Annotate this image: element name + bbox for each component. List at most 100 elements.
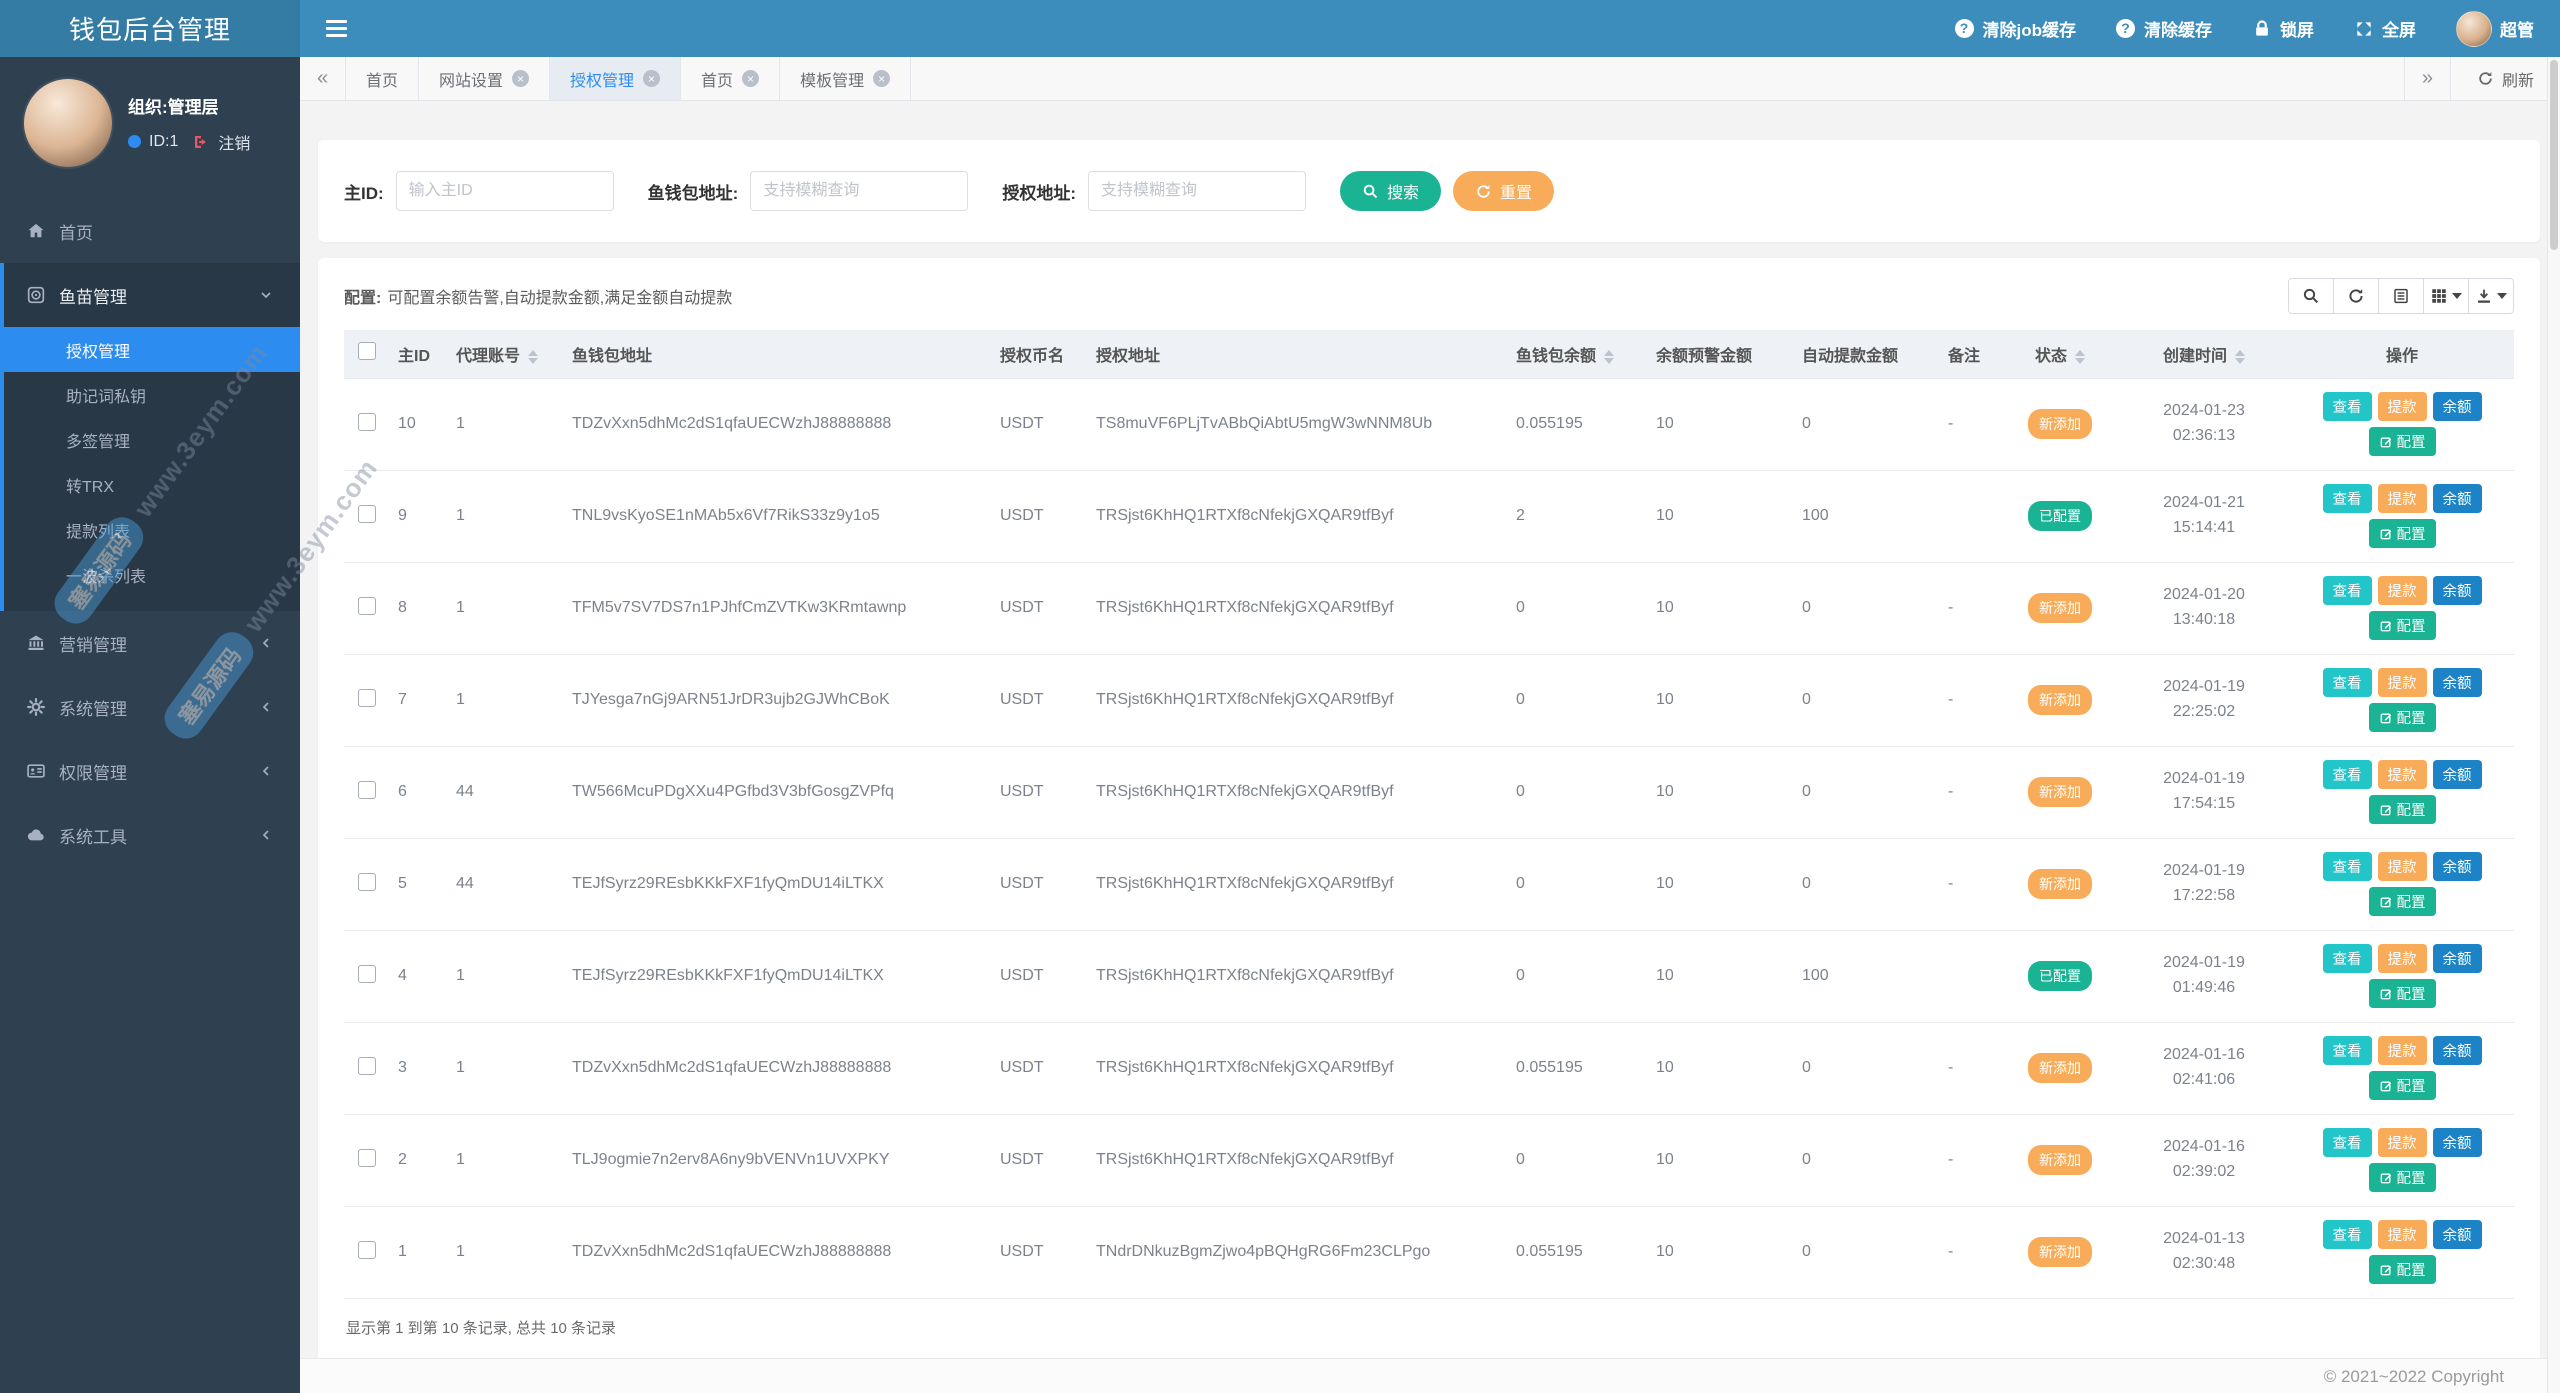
withdraw-button[interactable]: 提款 — [2377, 576, 2427, 605]
tab-site-settings[interactable]: 网站设置 × — [419, 57, 551, 100]
column-header-agent[interactable]: 代理账号 — [448, 330, 564, 378]
configure-button[interactable]: 配置 — [2368, 1071, 2436, 1100]
column-header-balance[interactable]: 鱼钱包余额 — [1508, 330, 1648, 378]
balance-button[interactable]: 余额 — [2432, 576, 2482, 605]
view-button[interactable]: 查看 — [2322, 1036, 2372, 1065]
balance-button[interactable]: 余额 — [2432, 1128, 2482, 1157]
balance-button[interactable]: 余额 — [2432, 1220, 2482, 1249]
configure-button[interactable]: 配置 — [2368, 519, 2436, 548]
withdraw-button[interactable]: 提款 — [2377, 944, 2427, 973]
balance-button[interactable]: 余额 — [2432, 760, 2482, 789]
column-header-status[interactable]: 状态 — [2002, 330, 2118, 378]
tab-template-management[interactable]: 模板管理 × — [780, 57, 912, 100]
balance-button[interactable]: 余额 — [2432, 392, 2482, 421]
configure-button[interactable]: 配置 — [2368, 887, 2436, 916]
nav-fullscreen[interactable]: 全屏 — [2354, 16, 2416, 41]
sidebar-item-auth-management[interactable]: 授权管理 — [4, 327, 300, 372]
withdraw-button[interactable]: 提款 — [2377, 1128, 2427, 1157]
row-checkbox[interactable] — [358, 412, 376, 431]
configure-button[interactable]: 配置 — [2368, 1255, 2436, 1284]
toolbar-toggle-view-button[interactable] — [2378, 278, 2424, 314]
withdraw-button[interactable]: 提款 — [2377, 392, 2427, 421]
nav-lock-screen[interactable]: 锁屏 — [2252, 16, 2314, 41]
balance-button[interactable]: 余额 — [2432, 1036, 2482, 1065]
withdraw-button[interactable]: 提款 — [2377, 668, 2427, 697]
tab-home-2[interactable]: 首页 × — [681, 57, 781, 100]
sidebar-item-onewave-kill-list[interactable]: 一波杀列表 — [4, 552, 300, 597]
view-button[interactable]: 查看 — [2322, 576, 2372, 605]
tabs-scroll-left-icon[interactable]: « — [300, 57, 346, 100]
nav-clear-cache[interactable]: ? 清除缓存 — [2116, 16, 2212, 41]
sidebar-item-multisig-management[interactable]: 多签管理 — [4, 417, 300, 462]
row-checkbox[interactable] — [358, 964, 376, 983]
tab-refresh-button[interactable]: 刷新 — [2449, 57, 2560, 100]
sort-icon[interactable] — [528, 349, 539, 364]
select-all-checkbox[interactable] — [358, 342, 376, 361]
row-checkbox[interactable] — [358, 596, 376, 615]
view-button[interactable]: 查看 — [2322, 392, 2372, 421]
view-button[interactable]: 查看 — [2322, 1128, 2372, 1157]
toolbar-search-button[interactable] — [2288, 278, 2334, 314]
main-id-input[interactable] — [395, 171, 614, 211]
auth-address-input[interactable] — [1088, 171, 1307, 211]
row-checkbox[interactable] — [358, 1240, 376, 1259]
withdraw-button[interactable]: 提款 — [2377, 852, 2427, 881]
sort-icon[interactable] — [2235, 349, 2245, 364]
sidebar-item-marketing-management[interactable]: 营销管理 — [0, 611, 300, 675]
close-icon[interactable]: × — [742, 70, 760, 87]
configure-button[interactable]: 配置 — [2368, 1163, 2436, 1192]
configure-button[interactable]: 配置 — [2368, 427, 2436, 456]
withdraw-button[interactable]: 提款 — [2377, 760, 2427, 789]
view-button[interactable]: 查看 — [2322, 944, 2372, 973]
tabs-scroll-right-icon[interactable]: » — [2403, 57, 2450, 100]
balance-button[interactable]: 余额 — [2432, 944, 2482, 973]
view-button[interactable]: 查看 — [2322, 668, 2372, 697]
row-checkbox[interactable] — [358, 504, 376, 523]
row-checkbox[interactable] — [358, 688, 376, 707]
column-header-created[interactable]: 创建时间 — [2118, 330, 2290, 378]
configure-button[interactable]: 配置 — [2368, 795, 2436, 824]
nav-user[interactable]: 超管 — [2456, 10, 2534, 47]
sidebar-toggle-icon[interactable] — [300, 0, 370, 57]
sort-icon[interactable] — [1604, 349, 1615, 364]
view-button[interactable]: 查看 — [2322, 852, 2372, 881]
sort-icon[interactable] — [2075, 349, 2085, 364]
sidebar-item-permission-management[interactable]: 权限管理 — [0, 739, 300, 803]
balance-button[interactable]: 余额 — [2432, 668, 2482, 697]
sidebar-item-fish-management[interactable]: 鱼苗管理 — [4, 263, 300, 327]
tab-auth-management[interactable]: 授权管理 × — [550, 57, 682, 100]
configure-button[interactable]: 配置 — [2368, 703, 2436, 732]
configure-button[interactable]: 配置 — [2368, 611, 2436, 640]
sidebar-item-home[interactable]: 首页 — [0, 199, 300, 263]
nav-clear-job-cache[interactable]: ? 清除job缓存 — [1954, 16, 2076, 41]
close-icon[interactable]: × — [512, 70, 530, 87]
toolbar-columns-button[interactable] — [2423, 278, 2469, 314]
close-icon[interactable]: × — [643, 70, 661, 87]
toolbar-export-button[interactable] — [2468, 278, 2514, 314]
configure-button[interactable]: 配置 — [2368, 979, 2436, 1008]
toolbar-refresh-button[interactable] — [2333, 278, 2379, 314]
scrollbar-thumb[interactable] — [2550, 60, 2558, 250]
sidebar-item-mnemonic-private-key[interactable]: 助记词私钥 — [4, 372, 300, 417]
reset-button[interactable]: 重置 — [1453, 171, 1555, 211]
sidebar-item-transfer-trx[interactable]: 转TRX — [4, 462, 300, 507]
tab-home-1[interactable]: 首页 — [346, 57, 420, 100]
fish-wallet-address-input[interactable] — [750, 171, 969, 211]
balance-button[interactable]: 余额 — [2432, 484, 2482, 513]
row-checkbox[interactable] — [358, 780, 376, 799]
balance-button[interactable]: 余额 — [2432, 852, 2482, 881]
withdraw-button[interactable]: 提款 — [2377, 484, 2427, 513]
row-checkbox[interactable] — [358, 1148, 376, 1167]
logout-link[interactable]: 注销 — [218, 130, 250, 154]
withdraw-button[interactable]: 提款 — [2377, 1036, 2427, 1065]
row-checkbox[interactable] — [358, 1056, 376, 1075]
close-icon[interactable]: × — [873, 70, 891, 87]
sidebar-item-withdraw-list[interactable]: 提款列表 — [4, 507, 300, 552]
view-button[interactable]: 查看 — [2322, 1220, 2372, 1249]
withdraw-button[interactable]: 提款 — [2377, 1220, 2427, 1249]
sidebar-item-system-tools[interactable]: 系统工具 — [0, 803, 300, 867]
search-button[interactable]: 搜索 — [1340, 171, 1442, 211]
view-button[interactable]: 查看 — [2322, 760, 2372, 789]
view-button[interactable]: 查看 — [2322, 484, 2372, 513]
sidebar-item-system-management[interactable]: 系统管理 — [0, 675, 300, 739]
